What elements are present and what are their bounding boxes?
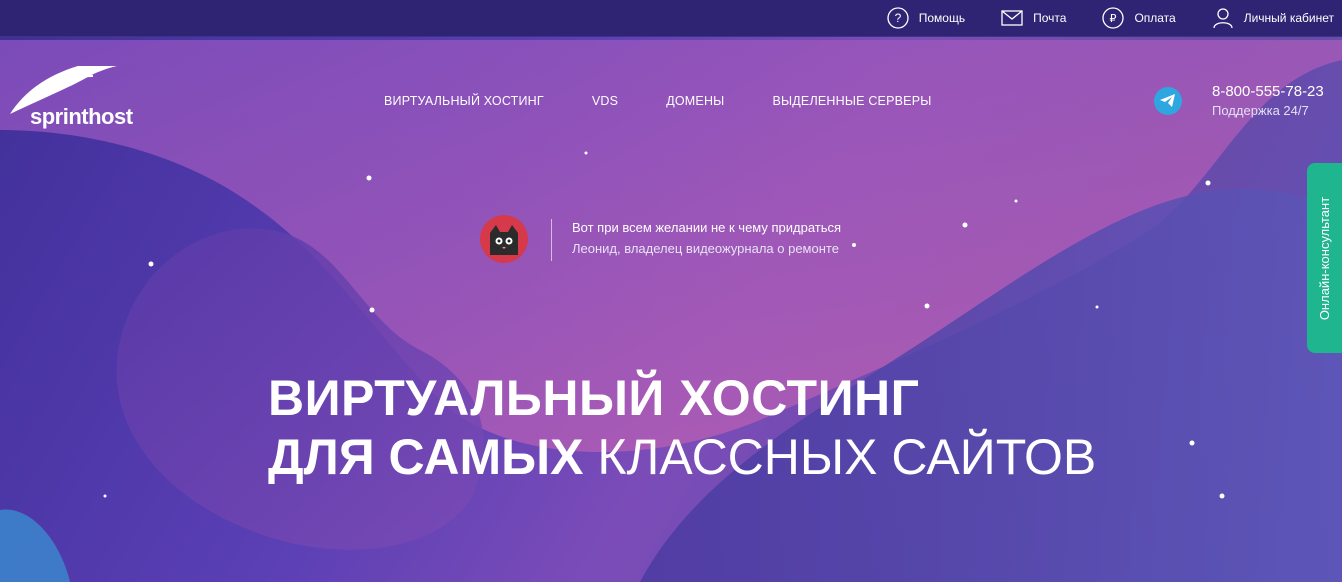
- hero-title-light: КЛАССНЫХ САЙТОВ: [597, 429, 1097, 485]
- payment-link-label: Оплата: [1134, 11, 1176, 25]
- hero-title-bold: ДЛЯ САМЫХ: [268, 429, 584, 485]
- online-consultant-tab[interactable]: Онлайн-консультант: [1307, 163, 1342, 353]
- ruble-circle-icon: ₽: [1102, 7, 1125, 29]
- mail-link[interactable]: Почта: [1001, 7, 1066, 29]
- payment-link[interactable]: ₽ Оплата: [1102, 7, 1176, 29]
- question-circle-icon: ?: [887, 7, 909, 29]
- nav-vds[interactable]: VDS: [592, 94, 618, 108]
- cat-avatar-icon: [490, 225, 518, 255]
- hero-title-line2: ДЛЯ САМЫХ КЛАССНЫХ САЙТОВ: [268, 429, 1096, 485]
- avatar: [480, 215, 528, 263]
- hero-title-line1: ВИРТУАЛЬНЫЙ ХОСТИНГ: [268, 370, 920, 426]
- testimonial-quote: Вот при всем желании не к чему придратьс…: [572, 220, 842, 235]
- help-link[interactable]: ? Помощь: [887, 7, 965, 29]
- top-bar: ? Помощь Почта ₽ Оплата Личный кабинет: [0, 0, 1342, 37]
- online-consultant-label: Онлайн-консультант: [1317, 196, 1333, 320]
- user-icon: [1212, 7, 1234, 29]
- nav-domains[interactable]: ДОМЕНЫ: [666, 94, 724, 108]
- telegram-icon: [1160, 94, 1175, 107]
- background-blobs: [0, 40, 1342, 582]
- nav-virtual-hosting[interactable]: ВИРТУАЛЬНЫЙ ХОСТИНГ: [384, 94, 544, 108]
- svg-text:?: ?: [894, 11, 901, 25]
- testimonial-author: Леонид, владелец видеожурнала о ремонте: [572, 241, 839, 256]
- account-link[interactable]: Личный кабинет: [1212, 7, 1334, 29]
- logo[interactable]: sprinthost: [8, 59, 148, 132]
- telegram-button[interactable]: [1154, 87, 1182, 115]
- testimonial-divider: [551, 219, 552, 261]
- support-hours: Поддержка 24/7: [1212, 103, 1309, 118]
- support-phone[interactable]: 8-800-555-78-23: [1212, 83, 1324, 100]
- mail-link-label: Почта: [1033, 11, 1067, 25]
- svg-text:₽: ₽: [1110, 12, 1117, 25]
- account-link-label: Личный кабинет: [1243, 11, 1334, 25]
- help-link-label: Помощь: [918, 11, 966, 25]
- envelope-icon: [1001, 7, 1023, 29]
- logo-text: sprinthost: [30, 104, 133, 129]
- main-nav: ВИРТУАЛЬНЫЙ ХОСТИНГ VDS ДОМЕНЫ ВЫДЕЛЕННЫ…: [384, 94, 980, 108]
- hero-background: [0, 0, 1342, 582]
- top-links: ? Помощь Почта ₽ Оплата Личный кабинет: [851, 0, 1334, 36]
- nav-dedicated-servers[interactable]: ВЫДЕЛЕННЫЕ СЕРВЕРЫ: [772, 94, 931, 108]
